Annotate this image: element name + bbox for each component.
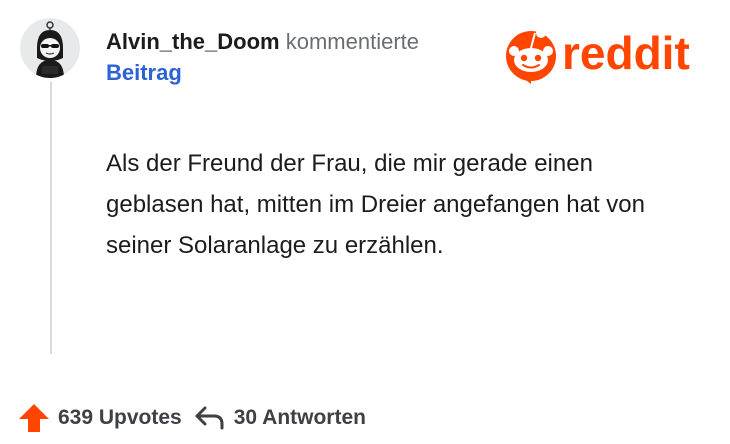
username-link[interactable]: Alvin_the_Doom xyxy=(106,29,280,54)
reply-button[interactable]: 30 Antworten xyxy=(194,405,366,431)
upvote-arrow-icon xyxy=(19,404,49,432)
action-text: kommentierte xyxy=(285,29,419,54)
upvote-button[interactable]: 639 Upvotes xyxy=(18,403,182,433)
reddit-wordmark: reddit xyxy=(562,27,690,79)
post-link[interactable]: Beitrag xyxy=(106,57,486,88)
reply-count: 30 Antworten xyxy=(233,406,366,429)
upvote-count: 639 Upvotes xyxy=(58,406,182,429)
avatar[interactable] xyxy=(20,18,80,78)
avatar-image xyxy=(20,18,80,78)
comment-header: Alvin_the_Doom kommentierte Beitrag xyxy=(106,26,486,88)
reddit-logo-icon: reddit xyxy=(506,27,690,84)
thread-line xyxy=(50,82,52,354)
reddit-logo: reddit xyxy=(500,22,714,84)
reply-arrow-icon xyxy=(195,406,224,430)
comment-footer: 639 Upvotes 30 Antworten xyxy=(18,400,366,436)
comment-body: Als der Freund der Frau, die mir gerade … xyxy=(106,150,646,259)
